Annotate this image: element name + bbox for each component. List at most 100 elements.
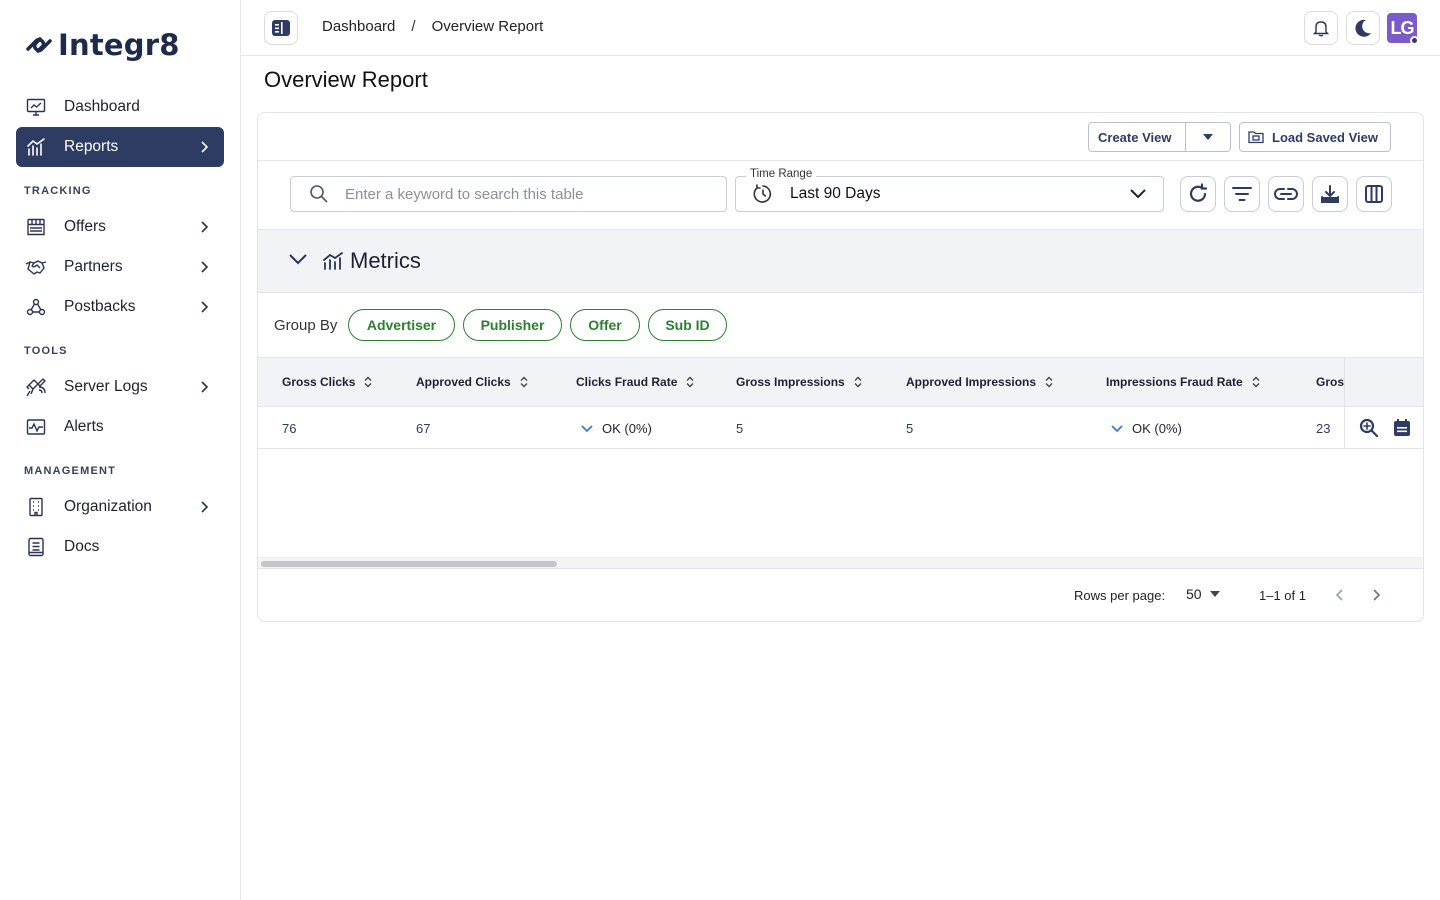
calendar-icon[interactable]: [1392, 418, 1412, 438]
table-header: Gross Clicks Approved Clicks Clicks Frau…: [258, 358, 1344, 407]
create-view-button[interactable]: Create View: [1089, 123, 1186, 151]
create-view-dropdown-button[interactable]: [1186, 123, 1230, 151]
time-range-select[interactable]: Time Range Last 90 Days: [735, 168, 1164, 212]
sidebar-item-postbacks[interactable]: Postbacks: [16, 287, 224, 327]
column-header-gross-impressions[interactable]: Gross Impressions: [736, 375, 863, 389]
zoom-in-icon[interactable]: [1359, 418, 1379, 438]
sidebar-item-partners[interactable]: Partners: [16, 247, 224, 287]
refresh-button[interactable]: [1180, 176, 1216, 212]
column-header-gross-truncated[interactable]: Gros: [1316, 375, 1344, 389]
sidebar-item-label: Dashboard: [64, 98, 140, 115]
column-header-approved-impressions[interactable]: Approved Impressions: [906, 375, 1054, 389]
document-icon: [24, 535, 48, 559]
column-header-approved-clicks[interactable]: Approved Clicks: [416, 375, 529, 389]
clock-rotate-icon: [753, 184, 772, 203]
sidebar-item-offers[interactable]: Offers: [16, 207, 224, 247]
column-label: Approved Impressions: [906, 375, 1037, 389]
columns-button[interactable]: [1356, 176, 1392, 212]
sort-icon: [1252, 376, 1260, 388]
monitor-pulse-icon: [24, 415, 48, 439]
chevron-right-icon: [201, 381, 209, 393]
column-label: Gros: [1316, 375, 1345, 389]
download-button[interactable]: [1312, 176, 1348, 212]
fraud-rate-value: OK (0%): [602, 421, 652, 436]
cell-approved-clicks: 67: [416, 421, 431, 436]
breadcrumb-separator: /: [411, 18, 416, 35]
next-page-icon[interactable]: [1370, 587, 1382, 603]
cell-gross-impressions: 5: [736, 421, 744, 436]
column-label: Clicks Fraud Rate: [576, 375, 678, 389]
storefront-icon: [24, 215, 48, 239]
create-view-split-button: Create View: [1088, 122, 1231, 152]
column-label: Gross Impressions: [736, 375, 845, 389]
sidebar-nav: Dashboard Reports TRACKING Offers Partne…: [16, 87, 224, 567]
sidebar-toggle-icon: [272, 20, 290, 36]
cell-approved-impressions: 5: [906, 421, 914, 436]
horizontal-scrollbar[interactable]: [258, 557, 1423, 569]
row-actions: [1344, 407, 1423, 449]
group-by-chip-advertiser[interactable]: Advertiser: [348, 309, 455, 341]
sidebar-item-label: Docs: [64, 538, 100, 555]
theme-toggle-button[interactable]: [1346, 11, 1380, 45]
notifications-button[interactable]: [1304, 11, 1338, 45]
column-header-impressions-fraud-rate[interactable]: Impressions Fraud Rate: [1106, 375, 1261, 389]
group-by-chip-sub-id[interactable]: Sub ID: [648, 309, 727, 341]
column-header-gross-clicks[interactable]: Gross Clicks: [282, 375, 373, 389]
caret-down-icon: [1203, 134, 1213, 140]
sidebar-item-alerts[interactable]: Alerts: [16, 407, 224, 447]
sidebar-item-server-logs[interactable]: Server Logs: [16, 367, 224, 407]
toggle-sidebar-button[interactable]: [264, 11, 298, 45]
sort-icon: [1045, 376, 1053, 388]
sidebar-item-label: Alerts: [64, 418, 104, 435]
table-row[interactable]: 76 67 OK (0%) 5 5 OK (0%) 23: [258, 407, 1344, 449]
breadcrumb: Dashboard / Overview Report: [322, 18, 543, 35]
actions-column-header: [1344, 358, 1423, 407]
sort-icon: [686, 376, 694, 388]
cell-gross-truncated: 23: [1316, 421, 1331, 436]
cell-gross-clicks: 76: [282, 421, 297, 436]
group-by-chip-publisher[interactable]: Publisher: [463, 309, 562, 341]
search-input[interactable]: [345, 185, 705, 203]
column-label: Approved Clicks: [416, 375, 511, 389]
chevron-right-icon: [201, 261, 209, 273]
metrics-section-header[interactable]: Metrics: [258, 230, 1423, 293]
column-label: Impressions Fraud Rate: [1106, 375, 1243, 389]
refresh-icon: [1189, 183, 1208, 202]
share-link-button[interactable]: [1268, 176, 1304, 212]
sidebar-item-label: Organization: [64, 498, 152, 515]
sidebar-item-label: Reports: [64, 138, 119, 155]
filter-button[interactable]: [1224, 176, 1260, 212]
logo[interactable]: Integr8: [24, 28, 180, 62]
section-label-management: MANAGEMENT: [24, 465, 117, 477]
reports-icon: [24, 135, 48, 159]
sidebar-item-organization[interactable]: Organization: [16, 487, 224, 527]
status-dot: [1410, 36, 1419, 45]
chart-icon: [323, 252, 343, 270]
column-header-clicks-fraud-rate[interactable]: Clicks Fraud Rate: [576, 375, 695, 389]
sidebar: Integr8 Dashboard Reports TRACKING Offer…: [0, 0, 241, 900]
breadcrumb-dashboard[interactable]: Dashboard: [322, 18, 395, 35]
avatar[interactable]: LG: [1387, 13, 1419, 45]
chevron-right-icon: [201, 301, 209, 313]
group-by-chip-offer[interactable]: Offer: [570, 309, 640, 341]
view-toolbar: Create View Load Saved View: [258, 113, 1423, 161]
sidebar-item-docs[interactable]: Docs: [16, 527, 224, 567]
handshake-icon: [24, 255, 48, 279]
group-by-label: Group By: [274, 317, 338, 334]
sidebar-item-reports[interactable]: Reports: [16, 127, 224, 167]
rows-per-page-select[interactable]: 50: [1186, 586, 1220, 602]
rows-per-page-value: 50: [1186, 586, 1202, 602]
satellite-icon: [24, 375, 48, 399]
chevron-right-icon: [201, 141, 209, 153]
scrollbar-thumb[interactable]: [261, 561, 557, 567]
filter-icon: [1232, 187, 1252, 201]
previous-page-icon[interactable]: [1334, 587, 1346, 603]
pagination-range: 1–1 of 1: [1259, 588, 1306, 603]
pagination: Rows per page: 50 1–1 of 1: [258, 570, 1423, 621]
dashboard-icon: [24, 95, 48, 119]
report-card: Create View Load Saved View Time Range L…: [257, 112, 1424, 622]
load-saved-view-button[interactable]: Load Saved View: [1239, 122, 1391, 152]
sidebar-item-dashboard[interactable]: Dashboard: [16, 87, 224, 127]
chevron-right-icon: [201, 501, 209, 513]
sort-icon: [520, 376, 528, 388]
